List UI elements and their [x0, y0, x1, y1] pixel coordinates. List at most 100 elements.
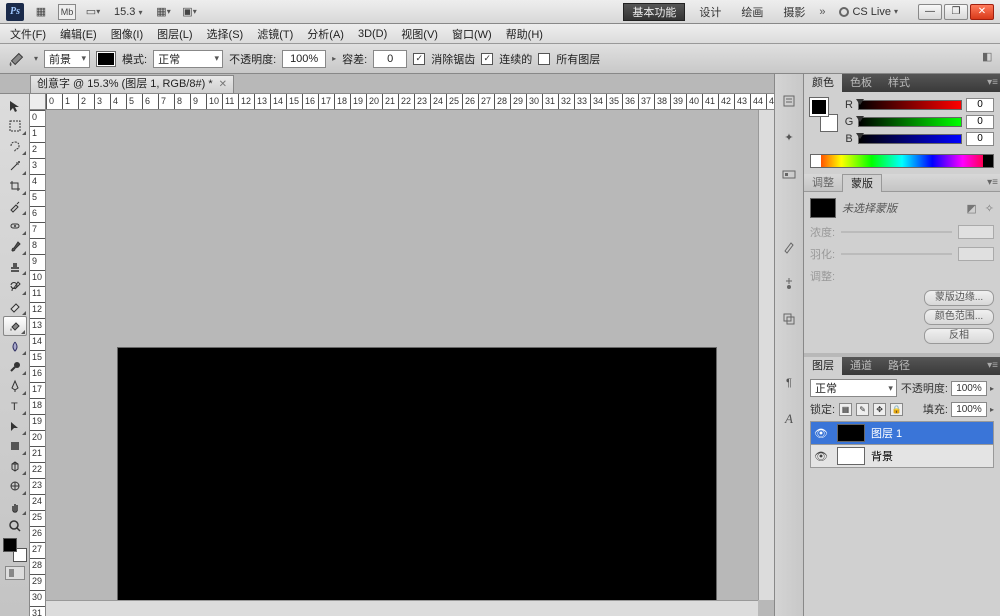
hand-tool[interactable] — [3, 496, 27, 516]
layer-blend-combo[interactable]: 正常 — [810, 379, 897, 397]
bucket-tool[interactable] — [3, 316, 27, 336]
opacity-value[interactable]: 100% — [282, 50, 326, 68]
screen-mode-icon[interactable]: ▭▾ — [84, 4, 102, 20]
menu-window[interactable]: 窗口(W) — [446, 24, 498, 44]
tool-preset-icon[interactable] — [6, 48, 28, 70]
panel-color-swatch[interactable] — [810, 98, 838, 132]
ruler-horizontal[interactable]: 0123456789101112131415161718192021222324… — [46, 94, 774, 110]
lock-all-icon[interactable]: 🔒 — [890, 403, 903, 416]
tolerance-value[interactable]: 0 — [373, 50, 407, 68]
scrollbar-vertical[interactable] — [758, 110, 774, 600]
bridge-icon[interactable]: ▦ — [32, 4, 50, 20]
menu-view[interactable]: 视图(V) — [395, 24, 444, 44]
panel-menu-icon[interactable]: ▾≡ — [987, 360, 998, 371]
zoom-tool[interactable] — [3, 516, 27, 536]
visibility-icon[interactable]: 👁 — [811, 427, 831, 440]
menu-image[interactable]: 图像(I) — [105, 24, 149, 44]
menu-edit[interactable]: 编辑(E) — [54, 24, 103, 44]
color-swatches[interactable] — [3, 538, 27, 562]
visibility-icon[interactable]: 👁 — [811, 450, 831, 463]
color-range-button[interactable]: 颜色范围... — [924, 309, 994, 325]
pixel-mask-icon[interactable]: ◩ — [966, 202, 976, 215]
tab-channels[interactable]: 通道 — [842, 357, 880, 375]
panel-menu-icon[interactable]: ▾≡ — [987, 177, 998, 188]
history-panel-icon[interactable] — [780, 92, 798, 110]
invert-button[interactable]: 反相 — [924, 328, 994, 344]
blend-mode-combo[interactable]: 正常 — [153, 50, 223, 68]
healing-tool[interactable] — [3, 216, 27, 236]
dodge-tool[interactable] — [3, 356, 27, 376]
antialias-checkbox[interactable]: ✓ — [413, 53, 425, 65]
contiguous-checkbox[interactable]: ✓ — [481, 53, 493, 65]
scrollbar-horizontal[interactable] — [46, 600, 758, 616]
layer-opacity[interactable]: 100% — [951, 381, 987, 396]
3d-tool[interactable] — [3, 456, 27, 476]
lasso-tool[interactable] — [3, 136, 27, 156]
menu-select[interactable]: 选择(S) — [201, 24, 250, 44]
g-value[interactable]: 0 — [966, 115, 994, 129]
r-value[interactable]: 0 — [966, 98, 994, 112]
window-close[interactable]: ✕ — [970, 4, 994, 20]
mask-edge-button[interactable]: 蒙版边缘... — [924, 290, 994, 306]
eraser-tool[interactable] — [3, 296, 27, 316]
brush-tool[interactable] — [3, 236, 27, 256]
layer-row[interactable]: 👁 背景 — [810, 444, 994, 468]
layer-name[interactable]: 背景 — [871, 448, 893, 464]
crop-tool[interactable] — [3, 176, 27, 196]
move-tool[interactable] — [3, 96, 27, 116]
workspace-more-icon[interactable]: » — [819, 6, 825, 18]
g-slider[interactable] — [858, 117, 962, 127]
marquee-tool[interactable] — [3, 116, 27, 136]
lock-pos-icon[interactable]: ✥ — [873, 403, 886, 416]
close-tab-icon[interactable]: ✕ — [219, 76, 227, 93]
b-value[interactable]: 0 — [966, 132, 994, 146]
workspace-photo[interactable]: 摄影 — [777, 4, 811, 20]
stamp-tool[interactable] — [3, 256, 27, 276]
ruler-origin[interactable] — [30, 94, 46, 110]
window-maximize[interactable]: ❐ — [944, 4, 968, 20]
wand-tool[interactable] — [3, 156, 27, 176]
ruler-vertical[interactable]: 0123456789101112131415161718192021222324… — [30, 110, 46, 616]
history-brush-tool[interactable] — [3, 276, 27, 296]
document-canvas[interactable] — [118, 348, 716, 616]
paragraph-panel-icon[interactable]: ¶ — [780, 374, 798, 392]
layer-name[interactable]: 图层 1 — [871, 425, 902, 441]
tab-color[interactable]: 颜色 — [804, 74, 842, 92]
3d-camera-tool[interactable] — [3, 476, 27, 496]
all-layers-checkbox[interactable] — [538, 53, 550, 65]
window-minimize[interactable]: — — [918, 4, 942, 20]
arrange-icon[interactable]: ▦▾ — [155, 4, 173, 20]
tab-mask[interactable]: 蒙版 — [842, 174, 882, 192]
tab-paths[interactable]: 路径 — [880, 357, 918, 375]
brush-preset-icon[interactable] — [780, 274, 798, 292]
shape-tool[interactable] — [3, 436, 27, 456]
menu-3d[interactable]: 3D(D) — [352, 26, 393, 42]
blur-tool[interactable] — [3, 336, 27, 356]
layer-fill[interactable]: 100% — [951, 402, 987, 417]
workspace-active[interactable]: 基本功能 — [623, 3, 685, 21]
menu-filter[interactable]: 滤镜(T) — [251, 24, 299, 44]
menu-layer[interactable]: 图层(L) — [151, 24, 198, 44]
minibridge-icon[interactable]: Mb — [58, 4, 76, 20]
document-tab[interactable]: 创意字 @ 15.3% (图层 1, RGB/8#) * ✕ — [30, 75, 234, 93]
feather-value[interactable] — [958, 247, 994, 261]
workspace-paint[interactable]: 绘画 — [735, 4, 769, 20]
density-value[interactable] — [958, 225, 994, 239]
hue-ramp[interactable] — [810, 154, 994, 168]
path-select-tool[interactable] — [3, 416, 27, 436]
type-tool[interactable]: T — [3, 396, 27, 416]
eyedropper-tool[interactable] — [3, 196, 27, 216]
actions-panel-icon[interactable]: ✦ — [780, 128, 798, 146]
pen-tool[interactable] — [3, 376, 27, 396]
cs-live[interactable]: CS Live▾ — [833, 6, 904, 18]
lock-pixels-icon[interactable]: ✎ — [856, 403, 869, 416]
fill-pattern-swatch[interactable] — [96, 51, 116, 67]
tab-styles[interactable]: 样式 — [880, 74, 918, 92]
swatches-panel-icon[interactable] — [780, 164, 798, 182]
character-panel-icon[interactable]: A — [780, 410, 798, 428]
brush-panel-icon[interactable] — [780, 238, 798, 256]
b-slider[interactable] — [858, 134, 962, 144]
zoom-level[interactable]: 15.3 ▾ — [110, 6, 147, 18]
tab-adjust[interactable]: 调整 — [804, 174, 842, 192]
workspace-design[interactable]: 设计 — [693, 4, 727, 20]
